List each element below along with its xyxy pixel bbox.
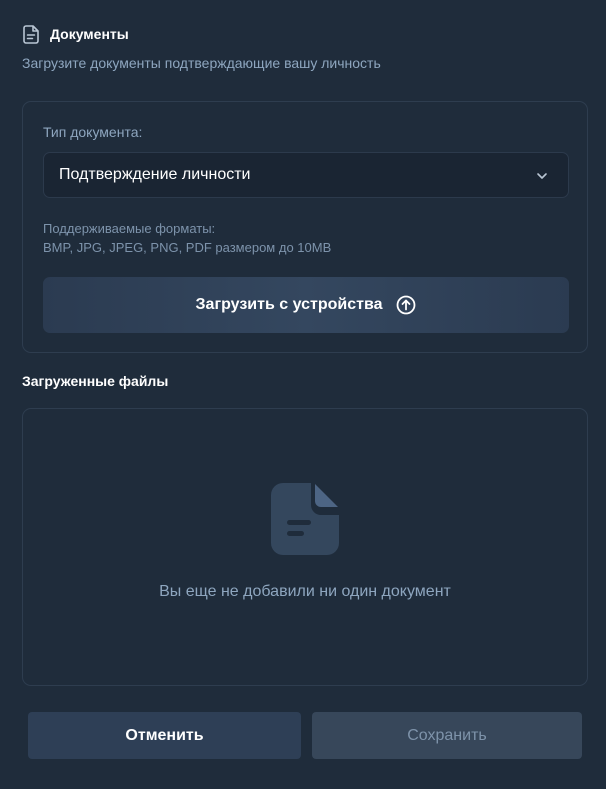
empty-state-text: Вы еще не добавили ни один документ xyxy=(159,583,451,600)
upload-card: Тип документа: Подтверждение личности По… xyxy=(22,101,588,353)
uploaded-files-heading: Загруженные файлы xyxy=(22,373,169,389)
arrow-up-circle-icon xyxy=(396,295,416,315)
upload-button-label: Загрузить с устройства xyxy=(195,296,383,313)
doc-type-select[interactable]: Подтверждение личности xyxy=(43,152,569,198)
doc-type-value: Подтверждение личности xyxy=(59,166,251,183)
page-title: Документы xyxy=(50,26,129,42)
uploaded-files-panel: Вы еще не добавили ни один документ xyxy=(22,408,588,686)
upload-from-device-button[interactable]: Загрузить с устройства xyxy=(43,277,569,333)
save-button[interactable]: Сохранить xyxy=(312,712,582,759)
doc-type-label: Тип документа: xyxy=(43,124,143,140)
empty-document-icon xyxy=(271,483,339,555)
document-icon xyxy=(22,24,40,44)
page-header: Документы xyxy=(22,24,129,44)
chevron-down-icon xyxy=(534,168,550,184)
formats-label: Поддерживаемые форматы: xyxy=(43,221,216,236)
page-subtitle: Загрузите документы подтверждающие вашу … xyxy=(22,55,381,71)
formats-list: BMP, JPG, JPEG, PNG, PDF размером до 10M… xyxy=(43,240,332,255)
cancel-button[interactable]: Отменить xyxy=(28,712,301,759)
